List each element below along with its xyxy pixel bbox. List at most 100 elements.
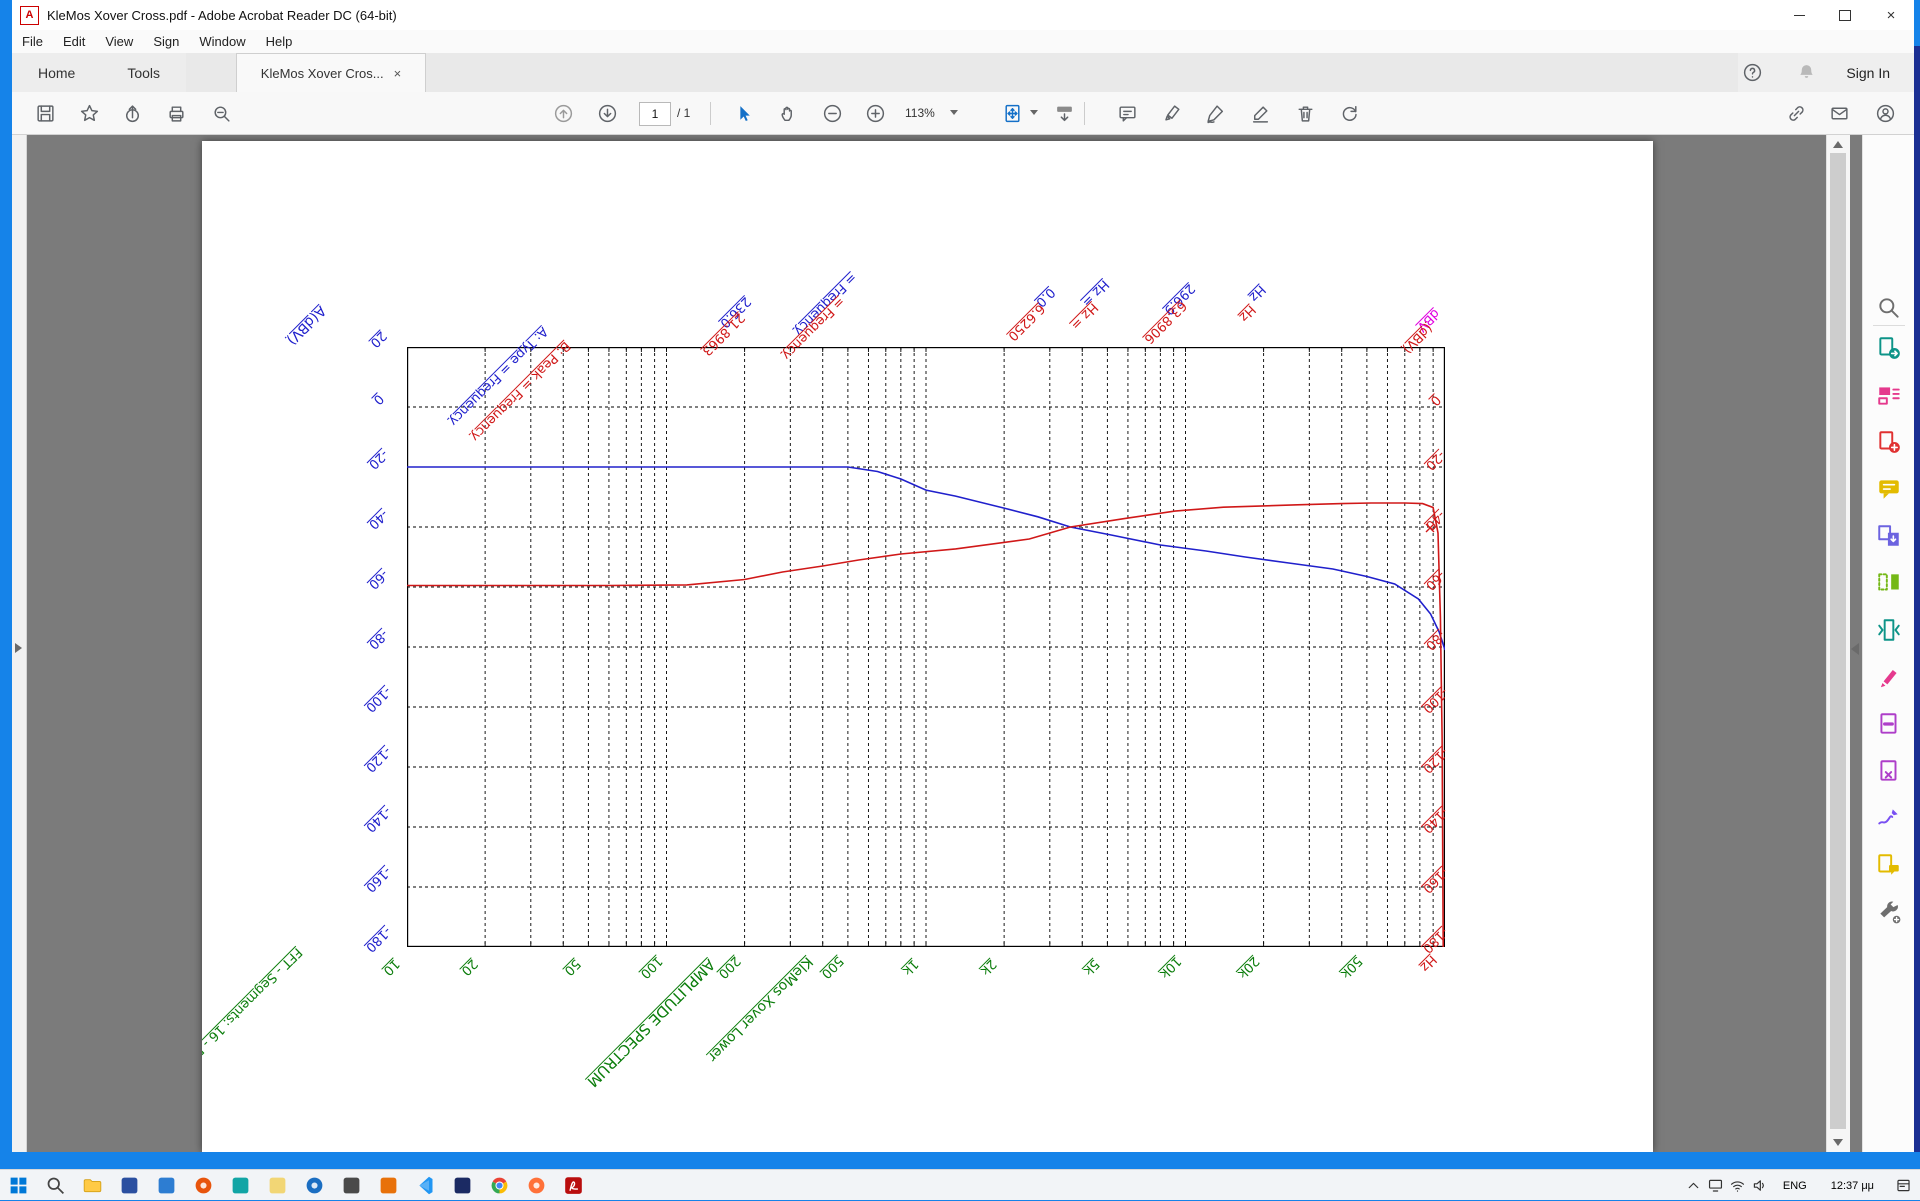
export-pdf-button[interactable]	[1876, 335, 1902, 361]
taskbar-app-6[interactable]	[302, 1173, 326, 1197]
tab-tools[interactable]: Tools	[101, 53, 186, 92]
volume-icon[interactable]	[1749, 1175, 1771, 1197]
redact-button[interactable]	[1876, 664, 1902, 690]
tab-close-icon[interactable]: ×	[394, 66, 402, 81]
action-center-icon[interactable]	[1886, 1175, 1920, 1197]
acrobat-logo-icon: A	[20, 6, 39, 25]
fit-page-button[interactable]	[998, 99, 1026, 127]
fit-caret-icon[interactable]	[1030, 110, 1038, 115]
scrollbar-thumb[interactable]	[1830, 153, 1846, 1129]
sign-in-button[interactable]: Sign In	[1846, 65, 1890, 81]
minimize-button[interactable]	[1776, 0, 1822, 30]
more-tools-button[interactable]	[1876, 899, 1902, 925]
clock[interactable]: 12:37 μμ	[1819, 1180, 1886, 1192]
vscode[interactable]	[413, 1173, 437, 1197]
language-indicator[interactable]: ENG	[1771, 1180, 1819, 1192]
menu-file[interactable]: File	[12, 34, 53, 49]
favorites-star-button[interactable]	[75, 99, 103, 127]
refresh-button[interactable]	[1335, 99, 1363, 127]
menu-help[interactable]: Help	[256, 34, 303, 49]
zoom-level-label[interactable]: 113%	[905, 106, 935, 120]
zoom-out-button[interactable]	[818, 99, 846, 127]
tools-rail	[1862, 135, 1914, 1152]
start-button[interactable]	[6, 1173, 30, 1197]
y-tick-label: -160	[362, 863, 393, 894]
edit-pen-button[interactable]	[1246, 99, 1274, 127]
fill-sign-button[interactable]	[1201, 99, 1229, 127]
wifi-icon[interactable]	[1727, 1175, 1749, 1197]
pdf-standards-button[interactable]	[1876, 758, 1902, 784]
close-button[interactable]: ×	[1868, 0, 1914, 30]
chart-annotation: A(dBV)	[283, 302, 328, 347]
page-down-button[interactable]	[593, 99, 621, 127]
print-button[interactable]	[162, 99, 190, 127]
create-pdf-button[interactable]	[1876, 429, 1902, 455]
collapse-right-pane-icon[interactable]	[1851, 643, 1859, 655]
email-button[interactable]	[1825, 99, 1853, 127]
zoom-caret-icon[interactable]	[950, 110, 958, 115]
taskbar-app-9[interactable]	[450, 1173, 474, 1197]
taskbar-app-1[interactable]	[117, 1173, 141, 1197]
link-button[interactable]	[1782, 99, 1810, 127]
x-tick-label: 100	[636, 953, 664, 981]
caret-up-icon[interactable]	[1683, 1175, 1705, 1197]
file-explorer[interactable]	[80, 1173, 104, 1197]
taskbar-app-3[interactable]	[191, 1173, 215, 1197]
help-icon[interactable]	[1738, 59, 1766, 87]
chart-annotation: FFT - Segments: 16 - Res	[202, 944, 305, 1069]
x-tick-label: 50	[561, 956, 583, 978]
find-button[interactable]	[207, 99, 235, 127]
taskbar-app-5[interactable]	[265, 1173, 289, 1197]
comment-tool-button[interactable]	[1876, 476, 1902, 502]
menu-edit[interactable]: Edit	[53, 34, 95, 49]
highlight-button[interactable]	[1158, 99, 1186, 127]
find-tool-button[interactable]	[1876, 295, 1902, 321]
avatar-icon[interactable]	[1871, 99, 1899, 127]
search-button[interactable]	[43, 1173, 67, 1197]
menu-sign[interactable]: Sign	[143, 34, 189, 49]
maximize-button[interactable]	[1822, 0, 1868, 30]
firefox[interactable]	[524, 1173, 548, 1197]
acrobat[interactable]	[561, 1173, 585, 1197]
comment-button[interactable]	[1113, 99, 1141, 127]
expand-left-panel-icon[interactable]	[15, 643, 22, 653]
tab-document[interactable]: KleMos Xover Cros... ×	[236, 53, 426, 92]
select-tool-button[interactable]	[729, 99, 757, 127]
y-tick-label: -80	[365, 626, 391, 652]
scroll-down-icon[interactable]	[1833, 1139, 1843, 1146]
menu-view[interactable]: View	[95, 34, 143, 49]
share-button[interactable]	[118, 99, 146, 127]
scroll-up-icon[interactable]	[1833, 141, 1843, 148]
fill-sign-button[interactable]	[1876, 805, 1902, 831]
taskbar-app-4[interactable]	[228, 1173, 252, 1197]
vertical-scrollbar[interactable]	[1826, 135, 1850, 1152]
hand-tool-button[interactable]	[774, 99, 802, 127]
monitor-icon[interactable]	[1705, 1175, 1727, 1197]
organize-pages-button[interactable]	[1876, 570, 1902, 596]
page-up-button[interactable]	[549, 99, 577, 127]
page-number-input[interactable]: 1	[639, 102, 671, 126]
save-button[interactable]	[31, 99, 59, 127]
compress-pdf-button[interactable]	[1876, 617, 1902, 643]
protect-button[interactable]	[1876, 711, 1902, 737]
taskbar-app-8[interactable]	[376, 1173, 400, 1197]
taskbar-app-2[interactable]	[154, 1173, 178, 1197]
tab-home[interactable]: Home	[12, 53, 101, 92]
menu-window[interactable]: Window	[189, 34, 255, 49]
zoom-in-button[interactable]	[861, 99, 889, 127]
left-panel-rail[interactable]	[12, 135, 27, 1152]
tab-document-label: KleMos Xover Cros...	[261, 66, 384, 81]
send-for-comments-button[interactable]	[1876, 852, 1902, 878]
chart-annotation: Hz =	[1068, 300, 1101, 333]
combine-files-button[interactable]	[1876, 523, 1902, 549]
delete-button[interactable]	[1291, 99, 1319, 127]
chart-annotation: Hz	[1417, 952, 1439, 974]
chrome[interactable]	[487, 1173, 511, 1197]
y-tick-label: -140	[362, 803, 393, 834]
taskbar: ENG 12:37 μμ	[0, 1169, 1920, 1200]
taskbar-app-7[interactable]	[339, 1173, 363, 1197]
bell-icon[interactable]	[1792, 59, 1820, 87]
collapse-toolbar-button[interactable]	[1050, 99, 1078, 127]
edit-pdf-button[interactable]	[1876, 382, 1902, 408]
y-tick-label: 20	[367, 328, 389, 350]
